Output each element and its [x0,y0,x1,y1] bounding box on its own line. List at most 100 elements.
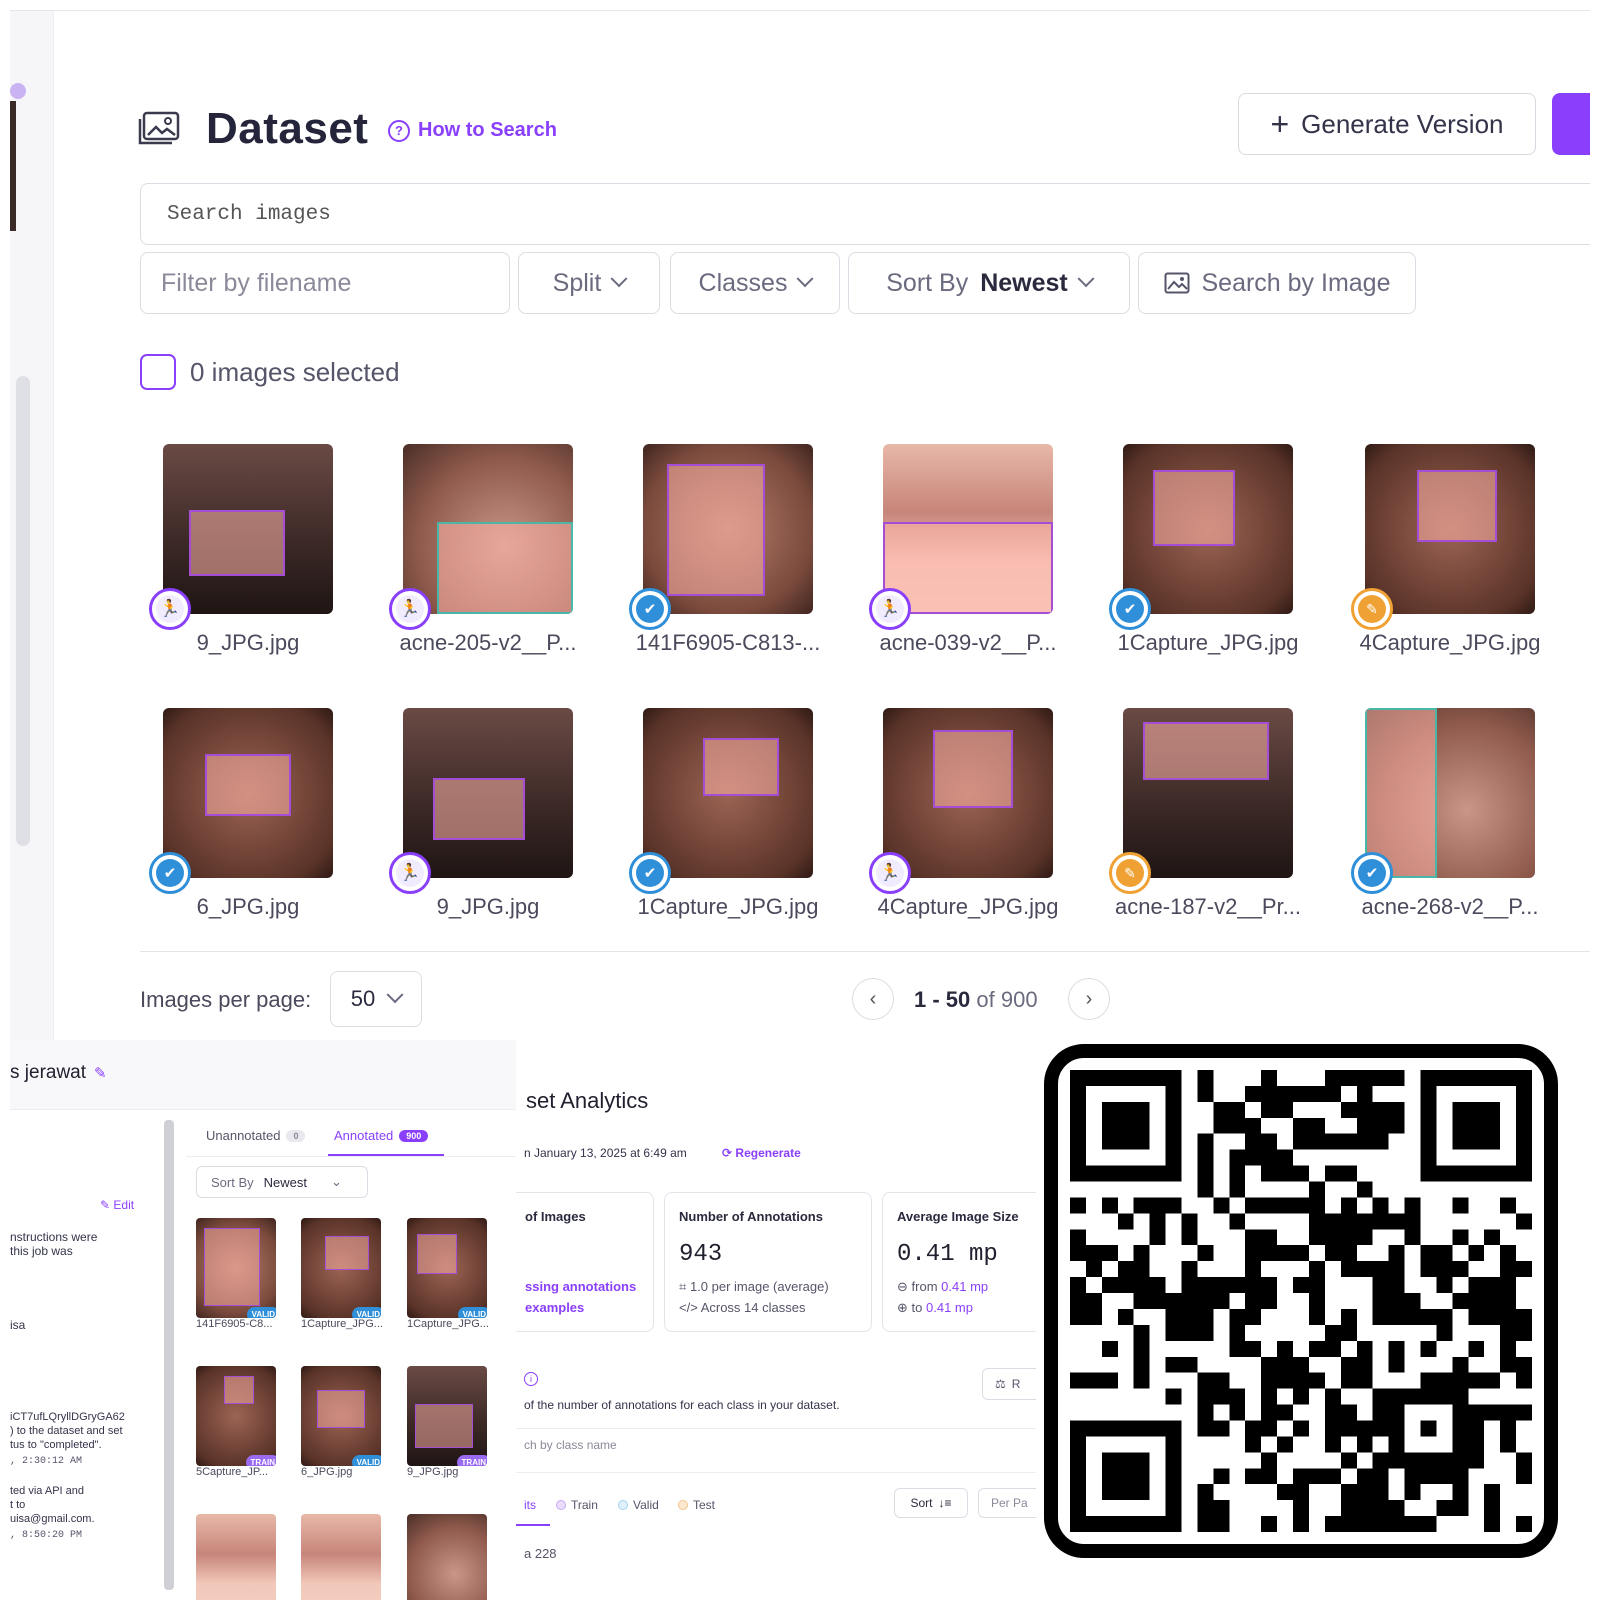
classes-dropdown[interactable]: Classes [670,252,840,314]
primary-action-button[interactable] [1552,93,1590,155]
image-thumbnail[interactable] [1365,444,1535,614]
annotated-thumbnail[interactable]: VALID [301,1218,381,1318]
annotated-thumbnail[interactable]: TRAIN [407,1366,487,1466]
annotation-box [325,1236,369,1270]
tab-splits[interactable]: its [524,1498,536,1512]
annotated-thumbnail[interactable]: VALID [301,1366,381,1466]
qr-module [1340,1308,1357,1325]
tab-annotated[interactable]: Annotated 900 [334,1128,429,1143]
tab-unannotated[interactable]: Unannotated 0 [206,1128,306,1143]
annotated-image-card[interactable]: VALID 1Capture_JPG... [407,1218,489,1330]
examples-link[interactable]: examples [525,1300,584,1315]
image-card[interactable]: 🏃 9_JPG.jpg [149,444,333,674]
split-dropdown[interactable]: Split [518,252,660,314]
qr-module [1308,1133,1325,1150]
test-tube-icon: ✎ [1358,595,1386,623]
annotated-thumbnail[interactable]: VALID [196,1218,276,1318]
image-card[interactable]: ✔ 6_JPG.jpg [149,708,333,938]
qr-module [1516,1468,1532,1485]
qr-module [1293,1388,1309,1405]
annotated-image-card[interactable]: VALID 141F6905-C8... [196,1218,276,1330]
missing-annotations-link[interactable]: ssing annotations [525,1279,636,1294]
class-sort-button[interactable]: Sort ↓≡ [894,1488,968,1518]
image-thumbnail[interactable] [883,708,1053,878]
image-thumbnail[interactable] [1123,708,1293,878]
image-thumbnail[interactable] [163,708,333,878]
annotated-thumbnail[interactable]: VALID [407,1218,487,1318]
annotated-image-card[interactable]: TRAIN 9_JPG.jpg [407,1366,487,1478]
image-card[interactable]: ✎ acne-187-v2__Pr... [1109,708,1301,938]
image-card[interactable]: 🏃 acne-039-v2__P... [869,444,1056,674]
image-card[interactable]: ✔ 141F6905-C813-... [629,444,820,674]
qr-module [1277,1085,1294,1102]
sidebar-scrollbar[interactable] [16,376,30,846]
image-card[interactable]: ✔ 1Capture_JPG.jpg [629,708,819,938]
qr-module [1388,1277,1405,1294]
select-all-checkbox[interactable] [140,354,176,390]
search-images-input[interactable] [140,183,1590,245]
qr-module [1308,1261,1325,1278]
panel-scrollbar[interactable] [164,1120,174,1590]
qr-module [1133,1261,1150,1278]
activity-text-line: tus to "completed". [10,1439,102,1451]
image-thumbnail[interactable] [403,444,573,614]
sort-dropdown[interactable]: Sort By Newest [848,252,1130,314]
annotated-image-card[interactable]: VALID 6_JPG.jpg [301,1366,381,1478]
image-thumbnail[interactable] [403,708,573,878]
qr-module [1261,1085,1278,1102]
qr-module [1340,1070,1357,1086]
annotated-thumbnail[interactable] [196,1514,276,1600]
qr-module [1356,1117,1373,1134]
qr-module [1149,1197,1166,1214]
annotated-thumbnail[interactable] [407,1514,487,1600]
image-card[interactable]: ✎ 4Capture_JPG.jpg [1351,444,1541,674]
image-card[interactable]: 🏃 9_JPG.jpg [389,708,573,938]
image-card[interactable]: 🏃 acne-205-v2__P... [389,444,576,674]
qr-module [1388,1500,1405,1517]
image-card[interactable]: ✔ acne-268-v2__P... [1351,708,1538,938]
regenerate-button[interactable]: ⟳ Regenerate [722,1146,801,1160]
image-card[interactable]: 🏃 4Capture_JPG.jpg [869,708,1059,938]
legend-dot [678,1500,688,1510]
qr-module [1516,1261,1532,1278]
image-thumbnail[interactable] [643,444,813,614]
annotated-image-card[interactable]: TRAIN 5Capture_JP... [196,1366,276,1478]
prev-page-button[interactable]: ‹ [852,978,894,1020]
generate-version-button[interactable]: + Generate Version [1238,93,1536,155]
qr-module [1293,1420,1309,1437]
annotated-image-card[interactable]: VALID 1Capture_JPG... [301,1218,383,1330]
stat-label: of Images [525,1209,586,1224]
search-by-image-button[interactable]: Search by Image [1138,252,1416,314]
per-page-select[interactable]: Per Pa [978,1488,1036,1518]
qr-module [1468,1420,1485,1437]
qr-module [1229,1117,1246,1134]
image-thumbnail[interactable] [1123,444,1293,614]
edit-instructions-link[interactable]: ✎ Edit [100,1198,134,1212]
qr-module [1261,1101,1278,1118]
image-thumbnail[interactable] [883,444,1053,614]
info-icon[interactable]: i [524,1372,538,1386]
qr-module [1324,1085,1341,1102]
annotated-thumbnail[interactable]: TRAIN [196,1366,276,1466]
next-page-button[interactable]: › [1068,978,1110,1020]
annotated-thumbnail[interactable] [301,1514,381,1600]
images-per-page-select[interactable]: 50 [330,971,422,1027]
how-to-search-link[interactable]: ? How to Search [388,119,557,142]
legend-train: Train [556,1498,598,1512]
qr-module [1245,1468,1262,1485]
filename-filter-input[interactable] [140,252,510,314]
qr-module [1356,1420,1373,1437]
qr-module [1261,1420,1278,1437]
image-card[interactable]: ✔ 1Capture_JPG.jpg [1109,444,1299,674]
rebalance-button[interactable]: ⚖ R [982,1368,1036,1400]
class-search-input[interactable]: ch by class name [524,1438,617,1452]
edit-icon[interactable]: ✎ [94,1064,107,1082]
qr-module [1213,1420,1230,1437]
image-thumbnail[interactable] [643,708,813,878]
annotated-sort-dropdown[interactable]: Sort By Newest ⌄ [196,1166,368,1198]
image-thumbnail[interactable] [1365,708,1535,878]
running-person-icon: 🏃 [876,859,904,887]
image-thumbnail[interactable] [163,444,333,614]
how-to-search-label: How to Search [418,119,557,141]
activity-text-line: ted via API and [10,1485,84,1497]
